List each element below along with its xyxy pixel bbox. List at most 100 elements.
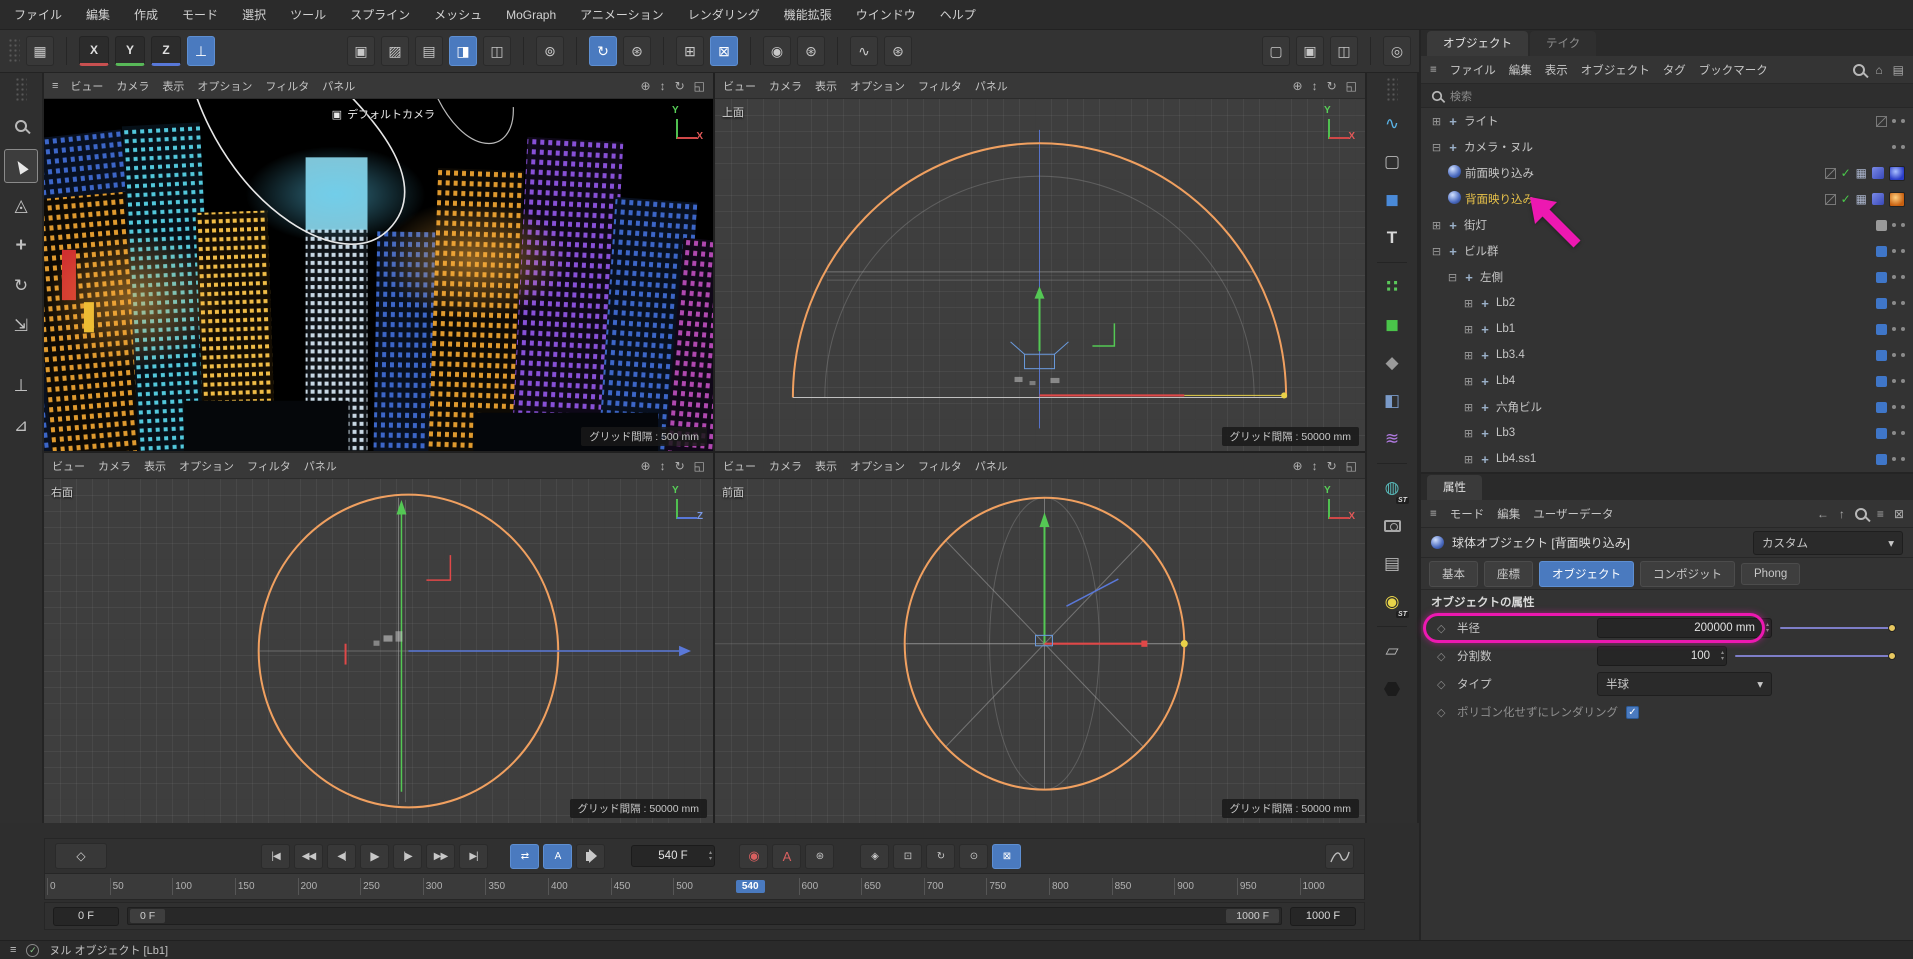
hamburger-icon[interactable]: ≡	[10, 944, 16, 956]
visibility-toggle-icon[interactable]	[1876, 116, 1887, 127]
manager-tab[interactable]: オブジェクト	[1427, 31, 1528, 56]
compositing-tag-icon[interactable]: ▦	[1856, 192, 1867, 206]
ruler-tick[interactable]: 1000	[1300, 874, 1363, 899]
menu-item[interactable]: アニメーション	[580, 6, 664, 23]
manager-menu-item[interactable]: ファイル	[1450, 62, 1496, 78]
tree-row-hex-building[interactable]: ⊞ + 六角ビル	[1421, 394, 1913, 420]
maximize-view-icon[interactable]: ◱	[694, 79, 705, 93]
menu-item[interactable]: ウインドウ	[856, 6, 916, 23]
tree-row-lb3-4[interactable]: ⊞ + Lb3.4	[1421, 342, 1913, 368]
render-dot[interactable]	[1901, 145, 1905, 149]
expander-icon[interactable]: ⊞	[1461, 401, 1476, 414]
render-settings-button[interactable]: ⊛	[797, 36, 825, 66]
live-selection-tool[interactable]	[4, 149, 38, 183]
ruler-tick[interactable]: 800	[1049, 874, 1112, 899]
move-tool-button[interactable]: +	[4, 229, 38, 263]
object-label[interactable]: ビル群	[1464, 243, 1499, 259]
viewport-perspective[interactable]: ≡ ビューカメラ表示オプションフィルタパネル ⊕ ↕ ↻ ◱	[44, 73, 713, 451]
object-label[interactable]: Lb4.ss1	[1496, 453, 1536, 465]
render-dot[interactable]	[1901, 301, 1905, 305]
tree-row-back-reflection[interactable]: 背面映り込み ✓ ▦	[1421, 186, 1913, 212]
layer-chip[interactable]	[1876, 376, 1887, 387]
hamburger-icon[interactable]: ≡	[1430, 64, 1437, 76]
menu-item[interactable]: レンダリング	[688, 6, 760, 23]
render-dot[interactable]	[1901, 327, 1905, 331]
object-label[interactable]: 背面映り込み	[1465, 191, 1534, 207]
current-frame-field[interactable]: 540 F▴▾	[631, 845, 715, 867]
rotate-tool-button[interactable]: ↻	[4, 269, 38, 303]
pan-view-icon[interactable]: ⊕	[1293, 79, 1303, 93]
editor-dot[interactable]	[1892, 405, 1896, 409]
object-axis-button[interactable]: ⊥	[4, 369, 38, 403]
marker-mode-button[interactable]: A	[543, 844, 572, 869]
viewport-menu-item[interactable]: ビュー	[723, 78, 756, 94]
editor-dot[interactable]	[1892, 431, 1896, 435]
tree-row-buildings[interactable]: ⊟ + ビル群	[1421, 238, 1913, 264]
render-dot[interactable]	[1901, 275, 1905, 279]
record-parameter-button[interactable]: ⊙	[959, 844, 988, 869]
menu-item[interactable]: ヘルプ	[940, 6, 976, 23]
type-dropdown[interactable]: 半球▾	[1597, 672, 1772, 696]
manager-menu-item[interactable]: 表示	[1545, 62, 1568, 78]
expander-icon[interactable]: ⊞	[1461, 349, 1476, 362]
keyframe-dot-icon[interactable]: ◇	[1437, 622, 1449, 635]
manager-menu-item[interactable]: オブジェクト	[1581, 62, 1650, 78]
goto-end-button[interactable]: ▶|	[459, 844, 488, 869]
goto-start-button[interactable]: |◀	[261, 844, 290, 869]
range-end-handle[interactable]: 1000 F	[1226, 909, 1279, 923]
expander-icon[interactable]: ⊟	[1445, 271, 1460, 284]
viewport-menu-item[interactable]: 表示	[144, 458, 166, 474]
ruler-tick[interactable]: 400	[548, 874, 611, 899]
render-dot[interactable]	[1901, 431, 1905, 435]
object-label[interactable]: Lb2	[1496, 297, 1515, 309]
enable-axis-button[interactable]: ⊚	[536, 36, 564, 66]
globe-icon[interactable]: ◎	[1383, 36, 1411, 66]
render-frame-icon[interactable]: ▣	[1296, 36, 1324, 66]
render-view-button[interactable]: ◉	[763, 36, 791, 66]
menu-item[interactable]: 作成	[134, 6, 158, 23]
next-key-button[interactable]: ▶▶	[426, 844, 455, 869]
record-keyframe-button[interactable]: ◉	[739, 844, 768, 869]
spline-tools-icon[interactable]: ∿	[850, 36, 878, 66]
viewport-menu-item[interactable]: カメラ	[769, 78, 802, 94]
rotate-view-icon[interactable]: ↻	[1327, 459, 1337, 473]
cube-primitive-icon[interactable]: ◼	[1374, 183, 1410, 217]
record-pla-button[interactable]: ⊠	[992, 844, 1021, 869]
viewport-menu-item[interactable]: 表示	[162, 78, 184, 94]
render-dot[interactable]	[1901, 119, 1905, 123]
maximize-view-icon[interactable]: ◱	[1346, 79, 1357, 93]
polygon-object-icon[interactable]: ◆	[1374, 346, 1410, 380]
pan-view-icon[interactable]: ⊕	[641, 459, 651, 473]
environment-icon[interactable]: ◍ST	[1374, 471, 1410, 505]
attribute-tab[interactable]: Phong	[1741, 563, 1800, 585]
viewport-menu-item[interactable]: フィルタ	[918, 78, 962, 94]
menu-item[interactable]: 機能拡張	[784, 6, 832, 23]
palette-grip[interactable]	[1386, 77, 1398, 103]
object-label[interactable]: 六角ビル	[1496, 399, 1542, 415]
viewport-menu-icon[interactable]: ≡	[52, 80, 58, 92]
expander-icon[interactable]: ⊟	[1429, 141, 1444, 154]
editor-dot[interactable]	[1892, 145, 1896, 149]
ruler-tick[interactable]: 450	[611, 874, 674, 899]
expander-icon[interactable]: ⊞	[1429, 115, 1444, 128]
ruler-tick[interactable]: 300	[423, 874, 486, 899]
ruler-tick[interactable]: 700	[924, 874, 987, 899]
dolly-view-icon[interactable]: ↕	[660, 79, 666, 93]
expander-icon[interactable]: ⊞	[1461, 323, 1476, 336]
ruler-tick[interactable]: 150	[235, 874, 298, 899]
menu-item[interactable]: モード	[182, 6, 218, 23]
workplane-mode-button[interactable]: ▤	[415, 36, 443, 66]
dolly-view-icon[interactable]: ↕	[660, 459, 666, 473]
attribute-tab[interactable]: 座標	[1484, 561, 1533, 587]
tree-row-lb3[interactable]: ⊞ + Lb3	[1421, 420, 1913, 446]
manager-menu-item[interactable]: ユーザーデータ	[1533, 506, 1613, 522]
editor-dot[interactable]	[1892, 249, 1896, 253]
floor-object-icon[interactable]: ▤	[1374, 547, 1410, 581]
axis-modify-button[interactable]: ⊿	[4, 409, 38, 443]
modeling-settings-icon[interactable]: ⊛	[623, 36, 651, 66]
lock-icon[interactable]: ⊠	[1894, 507, 1904, 521]
expander-icon[interactable]: ⊞	[1429, 219, 1444, 232]
expander-icon[interactable]: ⊞	[1461, 297, 1476, 310]
manager-menu-item[interactable]: タグ	[1663, 62, 1686, 78]
camera-label[interactable]: ▣デフォルトカメラ	[332, 106, 435, 122]
